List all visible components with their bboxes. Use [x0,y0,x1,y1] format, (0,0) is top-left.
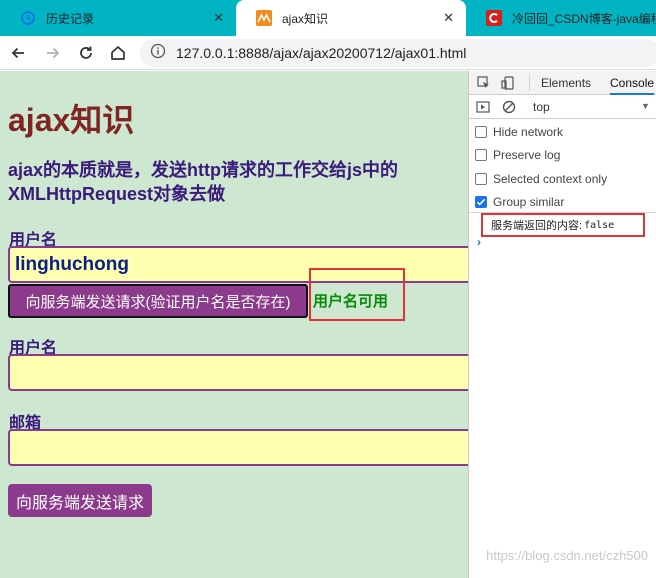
tab-ajax[interactable]: ajax知识 ✕ [236,0,466,36]
csdn-favicon [486,10,502,26]
inspect-element-icon[interactable] [476,75,492,91]
watermark: https://blog.csdn.net/czh500 [486,548,648,563]
option-label: Group similar [493,195,565,209]
email-input[interactable] [8,429,468,466]
page-content: ajax知识 ajax的本质就是，发送http请求的工作交给js中的XMLHtt… [0,71,468,578]
reload-icon[interactable] [74,41,98,65]
chevron-down-icon[interactable]: ▼ [641,101,650,111]
console-toolbar: top ▼ [469,95,656,119]
highlight-box [309,268,405,321]
checkmark-icon [476,198,486,206]
browser-toolbar: 127.0.0.1:8888/ajax/ajax20200712/ajax01.… [0,36,656,70]
devtools-tabbar: Elements Console [469,71,656,95]
tab-title: ajax知识 [282,11,329,26]
option-label: Preserve log [493,148,561,162]
console-log-line: 服务端返回的内容: false [481,213,645,237]
tab-console[interactable]: Console [610,76,655,95]
context-selector[interactable]: top [533,100,550,114]
home-icon[interactable] [106,41,130,65]
page-favicon [256,10,272,26]
site-info-icon[interactable] [150,43,166,64]
forward-icon[interactable] [41,41,65,65]
console-value: false [584,219,615,231]
tab-history[interactable]: 历史记录 ✕ [0,0,236,36]
tab-title: 冷回回_CSDN博客-java编程, [512,11,656,26]
checkbox[interactable] [475,173,487,185]
option-selected-context[interactable]: Selected context only [475,172,607,186]
clear-console-icon[interactable] [501,99,517,115]
devtools-panel: Elements Console top ▼ Hide network Pres… [468,71,656,578]
option-group-similar[interactable]: Group similar [475,195,564,209]
checkbox-checked[interactable] [475,196,487,208]
page-title: ajax知识 [8,102,135,138]
sidebar-toggle-icon[interactable] [475,99,491,115]
url-text: 127.0.0.1:8888/ajax/ajax20200712/ajax01.… [176,45,467,61]
console-message: 服务端返回的内容: [491,220,583,232]
verify-username-button[interactable]: 向服务端发送请求(验证用户名是否存在) [8,284,308,318]
device-toolbar-icon[interactable] [500,75,516,91]
toolbar-divider [529,75,530,91]
username-input-2[interactable] [8,354,468,391]
tab-csdn[interactable]: 冷回回_CSDN博客-java编程, [466,0,656,36]
option-preserve-log[interactable]: Preserve log [475,148,560,162]
history-icon [20,10,36,26]
option-label: Selected context only [493,172,608,186]
close-tab-icon[interactable]: ✕ [443,10,454,26]
tab-title: 历史记录 [46,11,95,26]
option-label: Hide network [493,125,564,139]
checkbox[interactable] [475,149,487,161]
option-hide-network[interactable]: Hide network [475,125,563,139]
send-request-button[interactable]: 向服务端发送请求 [8,484,152,517]
checkbox[interactable] [475,126,487,138]
console-prompt[interactable]: › [477,235,481,249]
tab-strip: 历史记录 ✕ ajax知识 ✕ 冷回回_CSDN博客-java编程, [0,0,656,36]
address-bar[interactable]: 127.0.0.1:8888/ajax/ajax20200712/ajax01.… [140,39,656,67]
close-tab-icon[interactable]: ✕ [213,10,224,26]
back-icon[interactable] [6,41,30,65]
tab-elements[interactable]: Elements [541,76,591,90]
page-description: ajax的本质就是，发送http请求的工作交给js中的XMLHttpReques… [8,160,399,204]
